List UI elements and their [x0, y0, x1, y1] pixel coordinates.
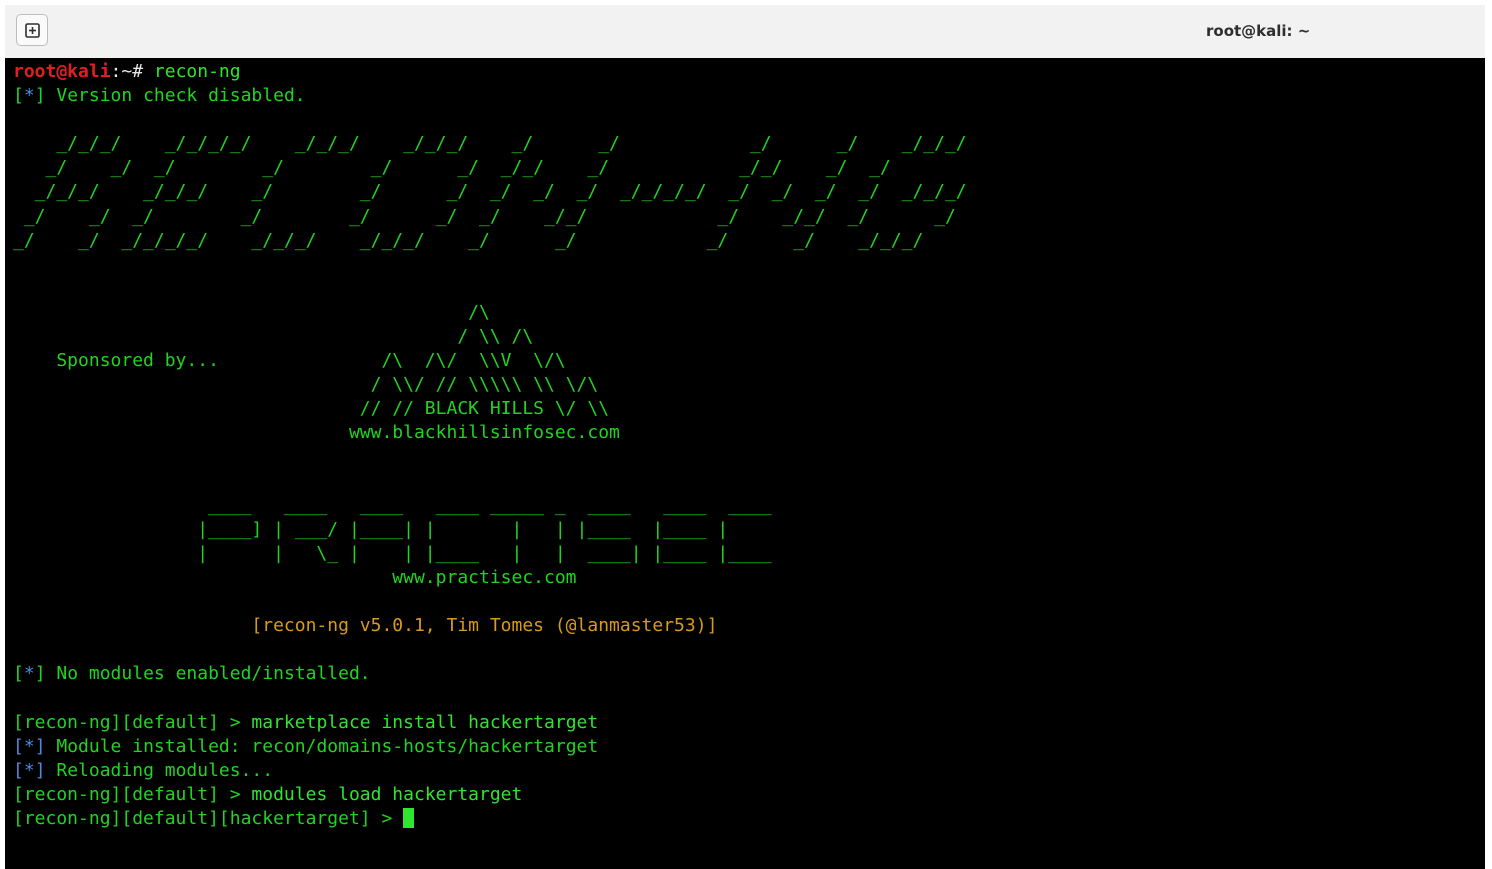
star: * — [23, 85, 35, 107]
practisec-line: | | \_ | | |____ | | ____| |____ |____ — [13, 542, 772, 564]
logo-line: _/_/_/ _/_/_/_/ _/_/_/ _/_/_/ _/ _/ _/ _… — [13, 133, 967, 155]
no-modules-msg: No modules enabled/installed. — [45, 663, 371, 685]
star: * — [23, 663, 35, 685]
version-line: [*] Version check disabled. — [13, 84, 967, 108]
prompt-line: root@kali:~# recon-ng — [13, 60, 967, 84]
recon-prompt: [recon-ng][default] > — [13, 783, 252, 805]
bracket: ] — [34, 663, 46, 685]
logo-line: _/_/_/ _/_/_/ _/ _/ _/ _/ _/ _/ _/_/_/_/… — [13, 181, 967, 203]
logo-line: _/ _/ _/ _/ _/ _/ _/ _/_/ _/ _/_/ _/ _/ — [13, 205, 956, 227]
reloading-msg: Reloading modules... — [45, 759, 274, 781]
command-text: recon-ng — [143, 61, 241, 82]
prompt-path: :~# — [110, 61, 144, 82]
bhis-line: / \\ /\ — [13, 326, 534, 348]
version-msg: Version check disabled. — [45, 85, 306, 107]
command-line: [recon-ng][default] > marketplace instal… — [13, 711, 967, 735]
command-text: modules load hackertarget — [251, 783, 523, 805]
new-tab-button[interactable] — [16, 14, 48, 46]
command-text: marketplace install hackertarget — [251, 711, 599, 733]
terminal-area[interactable]: root@kali:~# recon-ng [*] Version check d… — [5, 58, 1485, 869]
bracket: ] — [34, 759, 46, 781]
bracket: [ — [13, 759, 24, 781]
bhis-line: /\ — [13, 301, 490, 323]
text-cursor[interactable] — [403, 807, 415, 828]
practisec-line: |____] | ___/ |____| | | | |____ |____ | — [13, 518, 729, 540]
prompt-user: root@kali — [13, 61, 111, 82]
reloading-line: [*] Reloading modules... — [13, 759, 967, 783]
terminal-output: root@kali:~# recon-ng [*] Version check d… — [13, 60, 967, 831]
recon-prompt: [recon-ng][default] > — [13, 711, 252, 733]
bracket: [ — [13, 85, 24, 107]
plus-box-icon — [25, 23, 40, 38]
bracket: [ — [13, 663, 24, 685]
star: * — [23, 735, 35, 757]
screen: root@kali: ~ root@kali:~# recon-ng [*] Ve… — [0, 0, 1492, 869]
bracket: ] — [34, 85, 46, 107]
bracket: ] — [34, 735, 46, 757]
no-modules-line: [*] No modules enabled/installed. — [13, 662, 967, 686]
logo-line: _/ _/ _/_/_/_/ _/_/_/ _/_/_/ _/ _/ _/ _/… — [13, 229, 924, 251]
bracket: [ — [13, 735, 24, 757]
practisec-line: ____ ____ ____ ____ _____ _ ____ ____ __… — [13, 494, 772, 516]
recon-prompt: [recon-ng][default][hackertarget] > — [13, 807, 404, 829]
command-line: [recon-ng][default] > modules load hacke… — [13, 783, 967, 807]
bhis-line: Sponsored by... /\ /\/ \\V \/\ — [13, 350, 566, 372]
bhis-line: www.blackhillsinfosec.com — [13, 422, 620, 444]
bhis-line: / \\/ // \\\\\ \\ \/\ — [13, 374, 599, 396]
active-prompt-line[interactable]: [recon-ng][default][hackertarget] > — [13, 807, 967, 831]
practisec-line: www.practisec.com — [13, 566, 577, 588]
star: * — [23, 759, 35, 781]
window-title: root@kali: ~ — [1206, 22, 1311, 40]
version-banner: [recon-ng v5.0.1, Tim Tomes (@lanmaster5… — [13, 615, 718, 637]
bhis-line: // // BLACK HILLS \/ \\ — [13, 398, 610, 420]
installed-msg: Module installed: recon/domains-hosts/ha… — [45, 735, 599, 757]
installed-line: [*] Module installed: recon/domains-host… — [13, 735, 967, 759]
logo-line: _/ _/ _/ _/ _/ _/ _/_/ _/ _/_/ _/ _/ — [13, 157, 891, 179]
title-bar: root@kali: ~ — [5, 5, 1485, 59]
